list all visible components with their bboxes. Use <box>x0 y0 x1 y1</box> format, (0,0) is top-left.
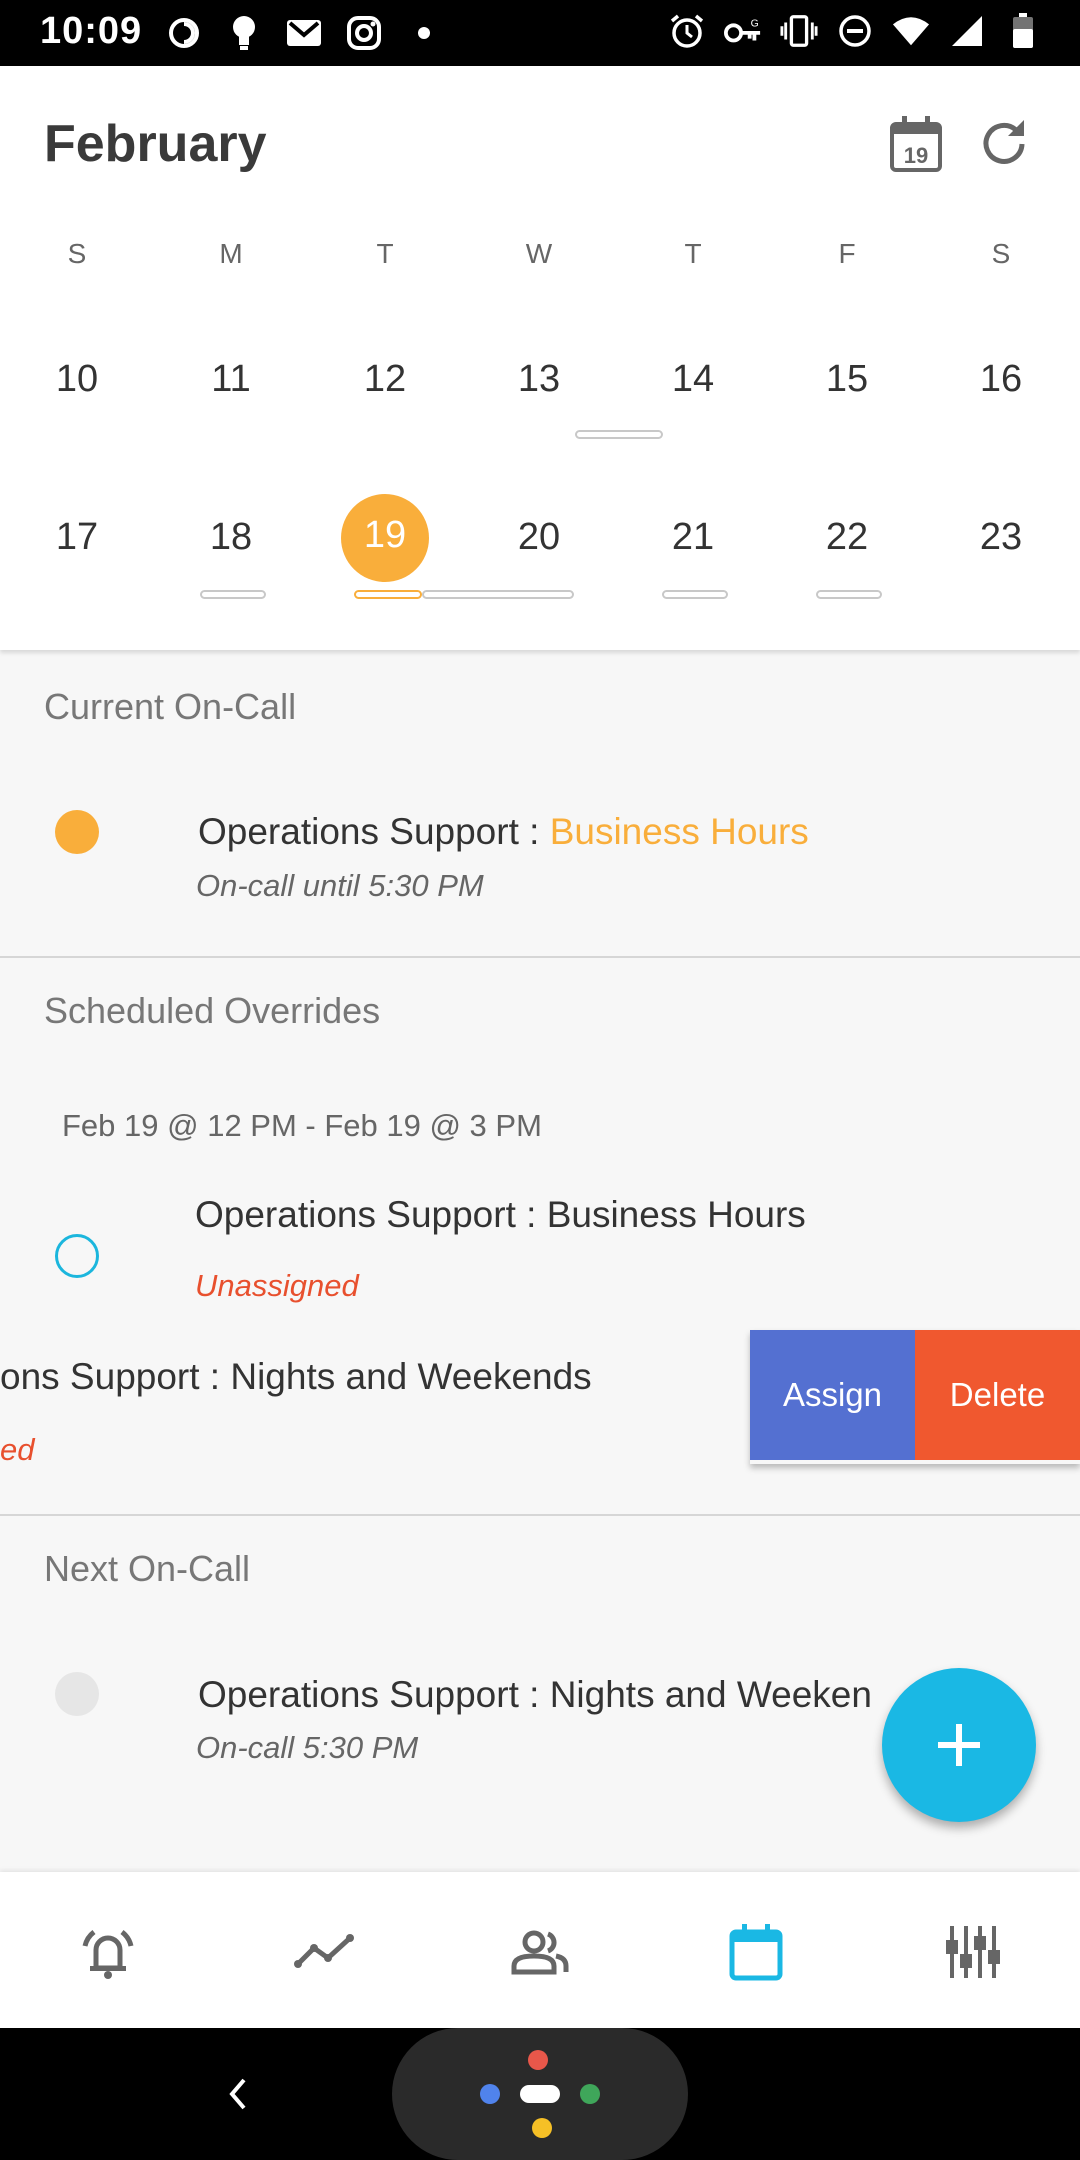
assistant-dots-icon <box>480 2050 600 2138</box>
home-button[interactable] <box>392 2028 688 2160</box>
gmail-icon <box>285 14 323 52</box>
notification-icons <box>165 14 443 52</box>
settings-icon <box>946 1926 1000 1978</box>
override-status-dot <box>55 1234 99 1278</box>
override-item-swiped-title[interactable]: ons Support : Nights and Weekends <box>0 1356 592 1398</box>
calendar-day[interactable]: 16 <box>951 358 1051 401</box>
nav-teams[interactable] <box>500 1912 580 1992</box>
vpn-key-icon: G <box>724 12 762 50</box>
calendar-day[interactable]: 13 <box>489 358 589 401</box>
back-icon <box>229 2078 246 2110</box>
alerts-icon <box>82 1930 134 1979</box>
refresh-icon <box>983 120 1025 164</box>
override-item-swiped-status: ed <box>0 1432 35 1467</box>
back-button[interactable] <box>216 2068 260 2120</box>
next-oncall-status-dot <box>55 1672 99 1716</box>
current-oncall-title: Current On-Call <box>44 686 297 727</box>
calendar-day[interactable]: 11 <box>181 358 281 401</box>
calendar-day[interactable]: 18 <box>181 516 281 559</box>
calendar-day[interactable]: 14 <box>643 358 743 401</box>
dnd-icon <box>836 12 874 50</box>
calendar-day[interactable]: 10 <box>27 358 127 401</box>
weekday-wed: W <box>525 238 553 269</box>
shift-indicator <box>816 590 882 599</box>
assign-button[interactable]: Assign <box>750 1330 915 1460</box>
delete-button[interactable]: Delete <box>915 1330 1080 1460</box>
plus-icon <box>938 1724 980 1766</box>
shift-indicator-current <box>354 590 422 599</box>
divider <box>0 956 1080 958</box>
teams-icon <box>511 1930 569 1975</box>
shift-indicator <box>200 590 266 599</box>
weekday-thu: T <box>684 238 702 269</box>
override-item-status: Unassigned <box>195 1268 359 1303</box>
override-item-title[interactable]: Operations Support : Business Hours <box>195 1194 806 1236</box>
shift-indicator <box>575 430 663 439</box>
calendar-day[interactable]: 17 <box>27 516 127 559</box>
system-nav-bar <box>0 2028 1080 2160</box>
alarm-icon <box>668 12 706 50</box>
wifi-icon <box>892 12 930 50</box>
shift-indicator <box>662 590 728 599</box>
svg-text:G: G <box>751 18 759 29</box>
calendar-day[interactable]: 23 <box>951 516 1051 559</box>
schedule-name: Operations Support : <box>198 811 550 852</box>
calendar-day[interactable]: 20 <box>489 516 589 559</box>
current-oncall-subtitle: On-call until 5:30 PM <box>196 868 484 903</box>
calendar-icon-date: 19 <box>904 143 928 168</box>
weekday-sat: S <box>991 238 1011 269</box>
nav-settings[interactable] <box>932 1912 1012 1992</box>
bulb-icon <box>225 14 263 52</box>
dot-icon <box>405 14 443 52</box>
pushbullet-icon <box>165 14 203 52</box>
next-oncall-title: Next On-Call <box>44 1548 251 1589</box>
app-content: February 19 S M T W T F S 10 11 12 13 14… <box>0 66 1080 2028</box>
nav-analytics[interactable] <box>284 1912 364 1992</box>
calendar-today-button[interactable]: 19 <box>884 112 948 176</box>
weekday-tue: T <box>376 238 394 269</box>
next-oncall-subtitle: On-call 5:30 PM <box>196 1730 419 1765</box>
system-icons: G <box>668 12 1042 50</box>
next-oncall-item[interactable]: Operations Support : Nights and Weeken <box>198 1674 872 1716</box>
calendar-day[interactable]: 15 <box>797 358 897 401</box>
calendar-header: February 19 S M T W T F S 10 11 12 13 14… <box>0 66 1080 650</box>
nav-schedule[interactable] <box>716 1912 796 1992</box>
battery-icon <box>1004 12 1042 50</box>
weekday-sun: S <box>67 238 87 269</box>
selected-day[interactable]: 19 <box>335 514 435 557</box>
nav-alerts[interactable] <box>68 1912 148 1992</box>
current-oncall-item[interactable]: Operations Support : Business Hours <box>198 811 809 853</box>
override-range: Feb 19 @ 12 PM - Feb 19 @ 3 PM <box>62 1108 542 1143</box>
status-bar: 10:09 G <box>0 0 1080 66</box>
weekday-mon: M <box>219 238 243 269</box>
status-time: 10:09 <box>40 10 143 52</box>
oncall-status-dot <box>55 810 99 854</box>
refresh-button[interactable] <box>972 112 1036 176</box>
signal-icon <box>948 12 986 50</box>
bottom-nav <box>0 1872 1080 2028</box>
instagram-icon <box>345 14 383 52</box>
overrides-title: Scheduled Overrides <box>44 990 381 1031</box>
weekday-fri: F <box>838 238 856 269</box>
calendar-day[interactable]: 21 <box>643 516 743 559</box>
month-title: February <box>44 115 267 173</box>
layer-name: Business Hours <box>549 811 809 852</box>
add-override-button[interactable] <box>882 1668 1036 1822</box>
analytics-icon <box>294 1934 354 1968</box>
vibrate-icon <box>780 12 818 50</box>
calendar-day[interactable]: 22 <box>797 516 897 559</box>
divider <box>0 1514 1080 1516</box>
calendar-day[interactable]: 12 <box>335 358 435 401</box>
schedule-icon <box>729 1924 783 1981</box>
shift-indicator <box>422 590 574 599</box>
